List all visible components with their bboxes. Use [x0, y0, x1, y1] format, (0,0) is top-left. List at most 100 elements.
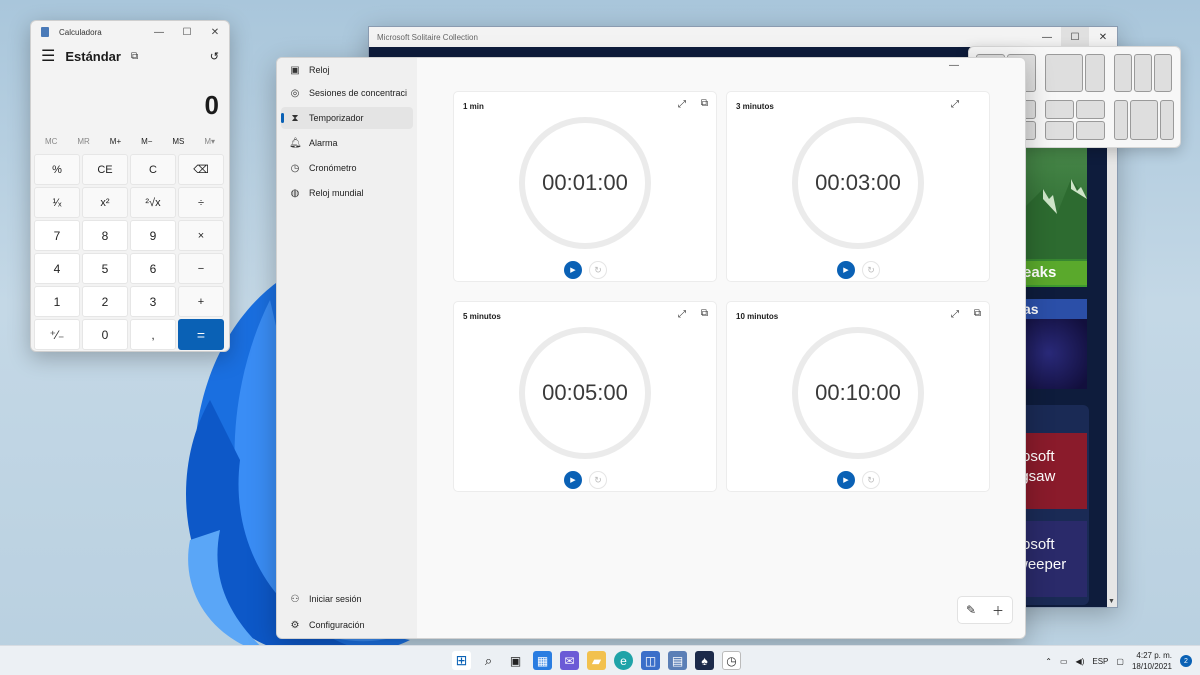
add-icon[interactable]: ＋ — [992, 602, 1004, 619]
digit-8-button[interactable]: 8 — [82, 220, 128, 251]
snap-zone[interactable] — [1114, 100, 1128, 140]
keep-on-top-icon[interactable]: ⧉ — [131, 51, 138, 62]
expand-icon[interactable]: ⤢ — [951, 99, 959, 110]
snap-zone[interactable] — [1160, 100, 1174, 140]
clear-entry-button[interactable]: CE — [82, 154, 128, 185]
minus-button[interactable]: − — [178, 253, 224, 284]
solitaire-taskbar-icon[interactable]: ♠ — [695, 651, 714, 670]
notification-badge[interactable]: 2 — [1180, 655, 1192, 667]
hamburger-menu-icon[interactable]: ☰ — [41, 46, 55, 66]
network-icon[interactable]: ▭ — [1060, 657, 1068, 666]
square-root-button[interactable]: ²√x — [130, 187, 176, 218]
digit-0-button[interactable]: 0 — [82, 319, 128, 350]
digit-1-button[interactable]: 1 — [34, 286, 80, 317]
minimize-icon[interactable]: — — [1033, 27, 1061, 47]
snap-zone[interactable] — [1085, 54, 1105, 92]
play-button[interactable]: ▶ — [837, 261, 855, 279]
digit-2-button[interactable]: 2 — [82, 286, 128, 317]
compact-overlay-icon[interactable]: ⧉ — [701, 308, 708, 319]
nav-item-timer[interactable]: ⧗ Temporizador — [281, 107, 413, 129]
reset-button[interactable]: ↻ — [589, 471, 607, 489]
nav-item-focus-sessions[interactable]: ◎ Sesiones de concentración — [281, 82, 413, 104]
snap-zone[interactable] — [1114, 54, 1132, 92]
play-button[interactable]: ▶ — [564, 261, 582, 279]
nav-item-sign-in[interactable]: ⚇ Iniciar sesión — [281, 588, 413, 610]
snap-zone[interactable] — [1045, 100, 1074, 119]
snap-zone[interactable] — [1154, 54, 1172, 92]
file-explorer-icon[interactable]: ▰ — [587, 651, 606, 670]
clock-taskbar-icon[interactable]: ◷ — [722, 651, 741, 670]
digit-6-button[interactable]: 6 — [130, 253, 176, 284]
memory-list-button[interactable]: M▾ — [204, 137, 215, 146]
divide-button[interactable]: ÷ — [178, 187, 224, 218]
expand-icon[interactable]: ⤢ — [951, 309, 959, 320]
volume-icon[interactable]: ◀) — [1076, 657, 1085, 666]
chevron-up-icon[interactable]: ⌃ — [1045, 657, 1052, 666]
maximize-icon[interactable]: ☐ — [173, 27, 201, 38]
chat-icon[interactable]: ✉ — [560, 651, 579, 670]
clear-button[interactable]: C — [130, 154, 176, 185]
timer-card[interactable]: 1 min ⤢ ⧉ 00:01:00 ▶ ↻ — [453, 91, 717, 282]
scroll-down-icon[interactable]: ▼ — [1108, 598, 1115, 605]
task-view-icon[interactable]: ▣ — [506, 651, 525, 670]
percent-button[interactable]: % — [34, 154, 80, 185]
nav-item-settings[interactable]: ⚙ Configuración — [281, 614, 413, 636]
memory-subtract-button[interactable]: M− — [141, 137, 152, 146]
play-button[interactable]: ▶ — [837, 471, 855, 489]
minimize-icon[interactable]: — — [145, 27, 173, 38]
timer-card[interactable]: 10 minutos ⤢ ⧉ 00:10:00 ▶ ↻ — [726, 301, 990, 492]
minimize-icon[interactable]: — — [949, 60, 959, 71]
backspace-button[interactable]: ⌫ — [178, 154, 224, 185]
start-windows-icon[interactable]: ⊞ — [452, 651, 471, 670]
reset-button[interactable]: ↻ — [862, 471, 880, 489]
snap-zone[interactable] — [1045, 121, 1074, 140]
notification-icon[interactable]: ▢ — [1116, 657, 1124, 666]
snap-layout-quarters[interactable] — [1045, 100, 1105, 140]
nav-item-world-clock[interactable]: ◍ Reloj mundial — [281, 182, 413, 204]
nav-item-stopwatch[interactable]: ◷ Cronómetro — [281, 157, 413, 179]
memory-clear-button[interactable]: MC — [45, 137, 57, 146]
square-button[interactable]: x² — [82, 187, 128, 218]
history-icon[interactable]: ↺ — [210, 50, 219, 63]
snap-zone[interactable] — [1130, 100, 1158, 140]
snap-zone[interactable] — [1134, 54, 1152, 92]
tile-pyramid-peaks[interactable]: eaks — [1023, 139, 1087, 287]
language-indicator[interactable]: ESP — [1092, 657, 1108, 666]
timer-card[interactable]: 5 minutos ⤢ ⧉ 00:05:00 ▶ ↻ — [453, 301, 717, 492]
digit-4-button[interactable]: 4 — [34, 253, 80, 284]
memory-add-button[interactable]: M+ — [110, 137, 121, 146]
search-icon[interactable]: ⌕ — [479, 651, 498, 670]
close-icon[interactable]: ✕ — [201, 27, 229, 38]
tile-jigsaw[interactable]: rosoft igsaw — [1023, 433, 1087, 509]
tile-minesweeper[interactable]: rosoft weeper — [1023, 521, 1087, 597]
close-icon[interactable]: ✕ — [1089, 27, 1117, 47]
compact-overlay-icon[interactable]: ⧉ — [701, 98, 708, 109]
edge-browser-icon[interactable]: e — [614, 651, 633, 670]
tile-spider[interactable]: as — [1023, 299, 1087, 389]
memory-recall-button[interactable]: MR — [77, 137, 89, 146]
plus-button[interactable]: + — [178, 286, 224, 317]
nav-item-reloj[interactable]: ▣ Reloj — [281, 59, 413, 81]
taskbar-clock[interactable]: 4:27 p. m. 18/10/2021 — [1132, 650, 1172, 672]
widgets-icon[interactable]: ▦ — [533, 651, 552, 670]
reset-button[interactable]: ↻ — [862, 261, 880, 279]
calculator-window[interactable]: Calculadora — ☐ ✕ ☰ Estándar ⧉ ↺ 0 MC MR… — [30, 20, 230, 352]
expand-icon[interactable]: ⤢ — [678, 99, 686, 110]
decimal-button[interactable]: , — [130, 319, 176, 350]
snap-zone[interactable] — [1045, 54, 1083, 92]
negate-button[interactable]: ⁺⁄₋ — [34, 319, 80, 350]
equals-button[interactable]: = — [178, 319, 224, 350]
snap-layout-narrow-wide-narrow[interactable] — [1114, 100, 1174, 140]
digit-7-button[interactable]: 7 — [34, 220, 80, 251]
maximize-icon[interactable]: ☐ — [1061, 27, 1089, 47]
digit-9-button[interactable]: 9 — [130, 220, 176, 251]
snap-layout-wide-narrow[interactable] — [1045, 54, 1105, 92]
clock-window[interactable]: ▣ Reloj ◎ Sesiones de concentración ⧗ Te… — [276, 57, 1026, 639]
snap-layout-thirds[interactable] — [1114, 54, 1172, 92]
calculator-taskbar-icon[interactable]: ▤ — [668, 651, 687, 670]
edit-icon[interactable]: ✎ — [966, 603, 976, 617]
compact-overlay-icon[interactable]: ⧉ — [974, 308, 981, 319]
store-icon[interactable]: ◫ — [641, 651, 660, 670]
snap-zone[interactable] — [1076, 121, 1105, 140]
timer-card[interactable]: 3 minutos ⤢ 00:03:00 ▶ ↻ — [726, 91, 990, 282]
